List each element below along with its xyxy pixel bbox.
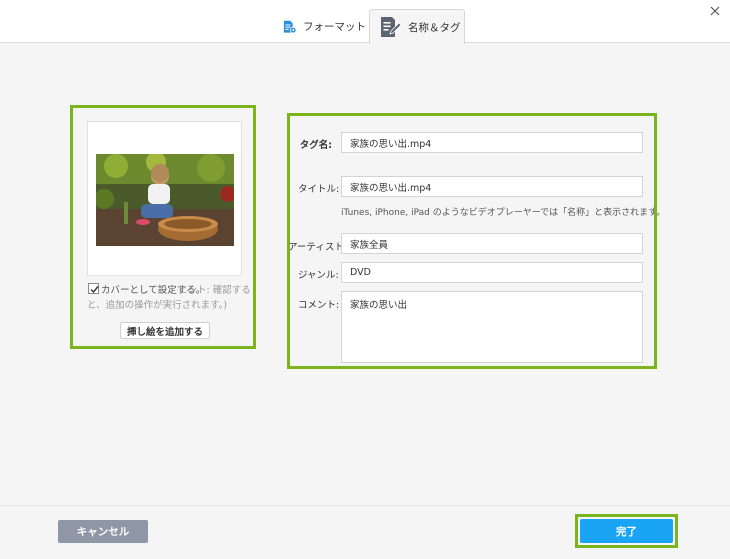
cancel-button[interactable]: キャンセル: [58, 520, 148, 543]
tag-fields-highlight: [287, 113, 657, 369]
tab-name-and-tag-label: 名称＆タグ: [408, 21, 461, 34]
edit-tag-icon: [381, 17, 402, 37]
format-settings-icon: [283, 20, 297, 33]
tab-format[interactable]: フォーマット: [274, 9, 366, 44]
close-icon[interactable]: [706, 2, 724, 20]
cover-art-highlight: [70, 105, 256, 349]
tab-format-label: フォーマット: [303, 21, 366, 33]
tab-bar: フォーマット 名称＆タグ: [0, 0, 730, 44]
tag-editor-dialog: フォーマット 名称＆タグ カバーとして設定する。 ヒント: 確認する と、追加の…: [0, 0, 730, 559]
tab-name-and-tag[interactable]: 名称＆タグ: [369, 9, 465, 44]
done-button-highlight: [575, 514, 678, 548]
